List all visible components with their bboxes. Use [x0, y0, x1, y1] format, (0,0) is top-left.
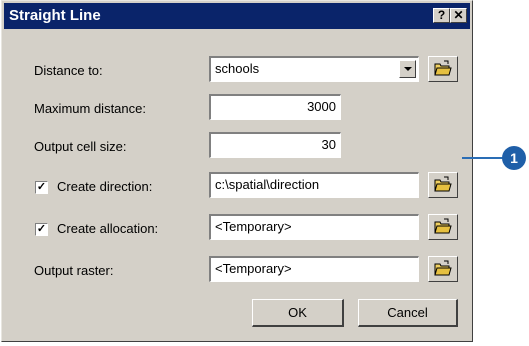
create-allocation-input[interactable]: <Temporary> [209, 214, 419, 240]
create-direction-label: Create direction: [57, 179, 153, 194]
open-folder-icon [434, 60, 452, 76]
ok-button[interactable]: OK [252, 299, 344, 327]
output-raster-input[interactable]: <Temporary> [209, 256, 419, 282]
cancel-button[interactable]: Cancel [358, 299, 458, 327]
create-allocation-checkbox[interactable]: ✓ [35, 223, 48, 236]
open-folder-icon [434, 176, 452, 192]
straight-line-dialog: Straight Line ? ✕ Distance to: schools M… [1, 0, 473, 342]
output-raster-browse-button[interactable] [428, 256, 458, 282]
distance-to-browse-button[interactable] [428, 56, 458, 82]
distance-to-dropdown[interactable]: schools [209, 56, 419, 82]
title-bar[interactable]: Straight Line ? ✕ [4, 3, 470, 29]
close-button[interactable]: ✕ [450, 8, 467, 23]
cell-size-label: Output cell size: [34, 139, 127, 154]
cell-size-input[interactable]: 30 [209, 132, 341, 158]
callout-number: 1 [502, 146, 526, 170]
chevron-down-icon[interactable] [399, 60, 416, 78]
max-distance-label: Maximum distance: [34, 101, 146, 116]
distance-to-label: Distance to: [34, 63, 103, 78]
window-title: Straight Line [9, 7, 101, 24]
create-allocation-label: Create allocation: [57, 221, 159, 236]
distance-to-value: schools [215, 61, 260, 76]
create-direction-input[interactable]: c:\spatial\direction [209, 172, 419, 198]
help-button[interactable]: ? [433, 8, 450, 23]
create-direction-browse-button[interactable] [428, 172, 458, 198]
max-distance-input[interactable]: 3000 [209, 94, 341, 120]
create-allocation-browse-button[interactable] [428, 214, 458, 240]
create-direction-checkbox[interactable]: ✓ [35, 181, 48, 194]
open-folder-icon [434, 260, 452, 276]
callout-line [462, 157, 504, 159]
output-raster-label: Output raster: [34, 263, 114, 278]
open-folder-icon [434, 218, 452, 234]
